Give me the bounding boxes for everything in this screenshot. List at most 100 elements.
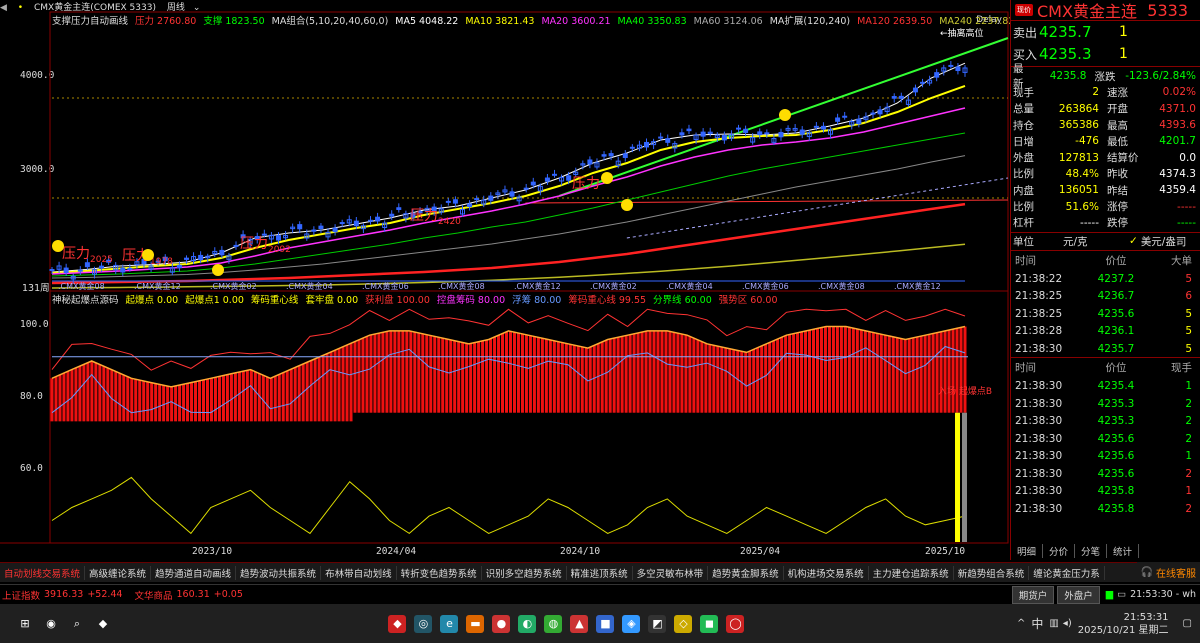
detail-tab[interactable]: 分笔 bbox=[1075, 544, 1108, 558]
unit-alt[interactable]: 美元/盎司 bbox=[1141, 234, 1187, 249]
app-icon[interactable]: ◆ bbox=[94, 615, 112, 633]
notification-icon[interactable]: ▢ bbox=[1183, 618, 1192, 629]
app-icon[interactable]: ◉ bbox=[42, 615, 60, 633]
ime-indicator[interactable]: 中 bbox=[1031, 615, 1043, 632]
tick-row: 21:38:28 4236.1 5 bbox=[1011, 322, 1200, 340]
quote-value: 4371.0 bbox=[1159, 102, 1196, 115]
profit-bar bbox=[337, 348, 341, 422]
app-icon[interactable]: ● bbox=[492, 614, 511, 633]
indicator-tab[interactable]: 缠论黄金压力系 bbox=[1029, 565, 1105, 580]
indicator-tab[interactable]: 趋势通道自动画线 bbox=[151, 565, 237, 580]
app-icon[interactable]: ◆ bbox=[388, 614, 407, 633]
app-icon[interactable]: ◼ bbox=[700, 614, 719, 633]
profit-bar bbox=[656, 330, 660, 413]
profit-bar bbox=[931, 333, 935, 413]
detail-tab[interactable]: 明细 bbox=[1011, 544, 1044, 558]
signal-icon: ▆ bbox=[1105, 589, 1114, 600]
profit-bar bbox=[891, 336, 895, 413]
volume-icon[interactable]: ◂) bbox=[1063, 618, 1072, 629]
detail-tab[interactable]: 统计 bbox=[1107, 544, 1140, 558]
candle-body bbox=[898, 95, 904, 99]
app-icon[interactable]: ▲ bbox=[570, 614, 589, 633]
app-icon[interactable]: ◎ bbox=[414, 614, 433, 633]
indicator-tab[interactable]: 转折变色趋势系统 bbox=[397, 565, 482, 580]
profit-bar bbox=[253, 371, 257, 422]
indicator-tab[interactable]: 趋势黄金脚系统 bbox=[708, 565, 784, 580]
clock[interactable]: 21:53:31 2025/10/21 星期二 bbox=[1078, 611, 1169, 637]
profit-bar bbox=[959, 327, 963, 413]
app-icon[interactable]: ◈ bbox=[622, 614, 641, 633]
profit-bar bbox=[724, 347, 728, 413]
profit-bar bbox=[815, 328, 819, 413]
app-icon[interactable]: ◐ bbox=[518, 614, 537, 633]
quote-key: 现手 bbox=[1013, 86, 1034, 99]
index1-name[interactable]: 上证指数 bbox=[2, 588, 40, 602]
profit-bar bbox=[608, 338, 612, 413]
candle-body bbox=[261, 233, 267, 236]
chart-area[interactable]: ◀ • CMX黄金主连(COMEX 5333) 周线 ⌄ Delay 支撑压力自动… bbox=[0, 0, 1014, 560]
online-service-button[interactable]: 🎧 在线客服 bbox=[1136, 562, 1200, 582]
indicator-tab[interactable]: 新趋势组合系统 bbox=[954, 565, 1030, 580]
profit-bar bbox=[636, 332, 640, 413]
windows-start-icon[interactable]: ⊞ bbox=[16, 615, 34, 633]
profit-bar bbox=[457, 341, 461, 413]
profit-bar bbox=[389, 330, 393, 413]
contract-label: .CMX黄金06 bbox=[742, 281, 789, 291]
network-icon[interactable]: ▥ bbox=[1049, 618, 1058, 629]
quote-key: 持仓 bbox=[1013, 119, 1034, 132]
quote-title: 现价 CMX黄金主连 5333 bbox=[1011, 0, 1200, 21]
contract-name: CMX黄金主连 bbox=[1037, 2, 1137, 21]
profit-bar bbox=[333, 350, 337, 422]
profit-bar bbox=[512, 332, 516, 413]
tick-time: 21:38:30 bbox=[1015, 432, 1063, 445]
app-icon[interactable]: ◇ bbox=[674, 614, 693, 633]
foreign-account-button[interactable]: 外盘户 bbox=[1057, 585, 1100, 604]
app-icon[interactable]: ◩ bbox=[648, 614, 667, 633]
unit-value[interactable]: 元/克 bbox=[1063, 234, 1129, 249]
candle-body bbox=[467, 203, 473, 208]
chart-canvas[interactable]: 压力 2025 压力 1978压力 2092压力 2420压力.CMX黄金08 .CMX黄金… bbox=[0, 0, 1010, 560]
profit-bar bbox=[843, 326, 847, 413]
profit-bar bbox=[676, 333, 680, 413]
tray-chevron-icon[interactable]: ^ bbox=[1017, 618, 1025, 629]
indicator-tab[interactable]: 多空灵敏布林带 bbox=[633, 565, 709, 580]
monitor-icon[interactable]: ▭ bbox=[1117, 589, 1126, 600]
profit-bar bbox=[576, 346, 580, 413]
browser-icon[interactable]: e bbox=[440, 614, 459, 633]
app-icon[interactable]: ■ bbox=[596, 614, 615, 633]
indicator-tab[interactable]: 自动划线交易系统 bbox=[0, 565, 86, 580]
quote-row: 总量 263864 开盘 4371.0 bbox=[1011, 101, 1200, 117]
quote-value: 0.02% bbox=[1162, 86, 1196, 99]
profit-bar bbox=[532, 336, 536, 413]
quote-key: 日增 bbox=[1013, 135, 1034, 148]
candle-body bbox=[396, 207, 402, 210]
candle-body bbox=[757, 131, 763, 136]
folder-icon[interactable]: ▬ bbox=[466, 614, 485, 633]
indicator-tab[interactable]: 精准逃顶系统 bbox=[567, 565, 633, 580]
bid-row[interactable]: 买入 4235.3 1 bbox=[1011, 43, 1200, 65]
futures-account-button[interactable]: 期货户 bbox=[1011, 585, 1055, 604]
index2-name[interactable]: 文华商品 bbox=[134, 588, 172, 602]
ask-row[interactable]: 卖出 4235.7 1 bbox=[1011, 21, 1200, 43]
indicator-tab[interactable]: 主力建仓追踪系统 bbox=[869, 565, 954, 580]
profit-bar bbox=[696, 339, 700, 413]
indicator-tab[interactable]: 机构进场交易系统 bbox=[784, 565, 869, 580]
indicator-tab[interactable]: 高级缠论系统 bbox=[85, 565, 152, 580]
profit-bar bbox=[90, 361, 94, 422]
profit-bar bbox=[744, 352, 748, 413]
indicator-tab[interactable]: 趋势波动共振系统 bbox=[236, 565, 322, 580]
profit-bar bbox=[433, 336, 437, 413]
detail-tab[interactable]: 分价 bbox=[1043, 544, 1076, 558]
profit-bar bbox=[628, 334, 632, 413]
indicator-tab[interactable]: 布林带自动划线 bbox=[321, 565, 397, 580]
app-icon[interactable]: ◯ bbox=[726, 614, 745, 633]
indicator-tab[interactable]: 识别多空趋势系统 bbox=[482, 565, 567, 580]
profit-bar bbox=[329, 351, 333, 422]
profit-bar bbox=[568, 344, 572, 413]
profit-bar bbox=[365, 336, 369, 413]
wechat-icon[interactable]: ◍ bbox=[544, 614, 563, 633]
search-icon[interactable]: ⌕ bbox=[68, 615, 86, 633]
profit-bar bbox=[489, 338, 493, 413]
quote-key: 开盘 bbox=[1107, 103, 1128, 116]
contract-label: .CMX黄金08 bbox=[438, 281, 485, 291]
